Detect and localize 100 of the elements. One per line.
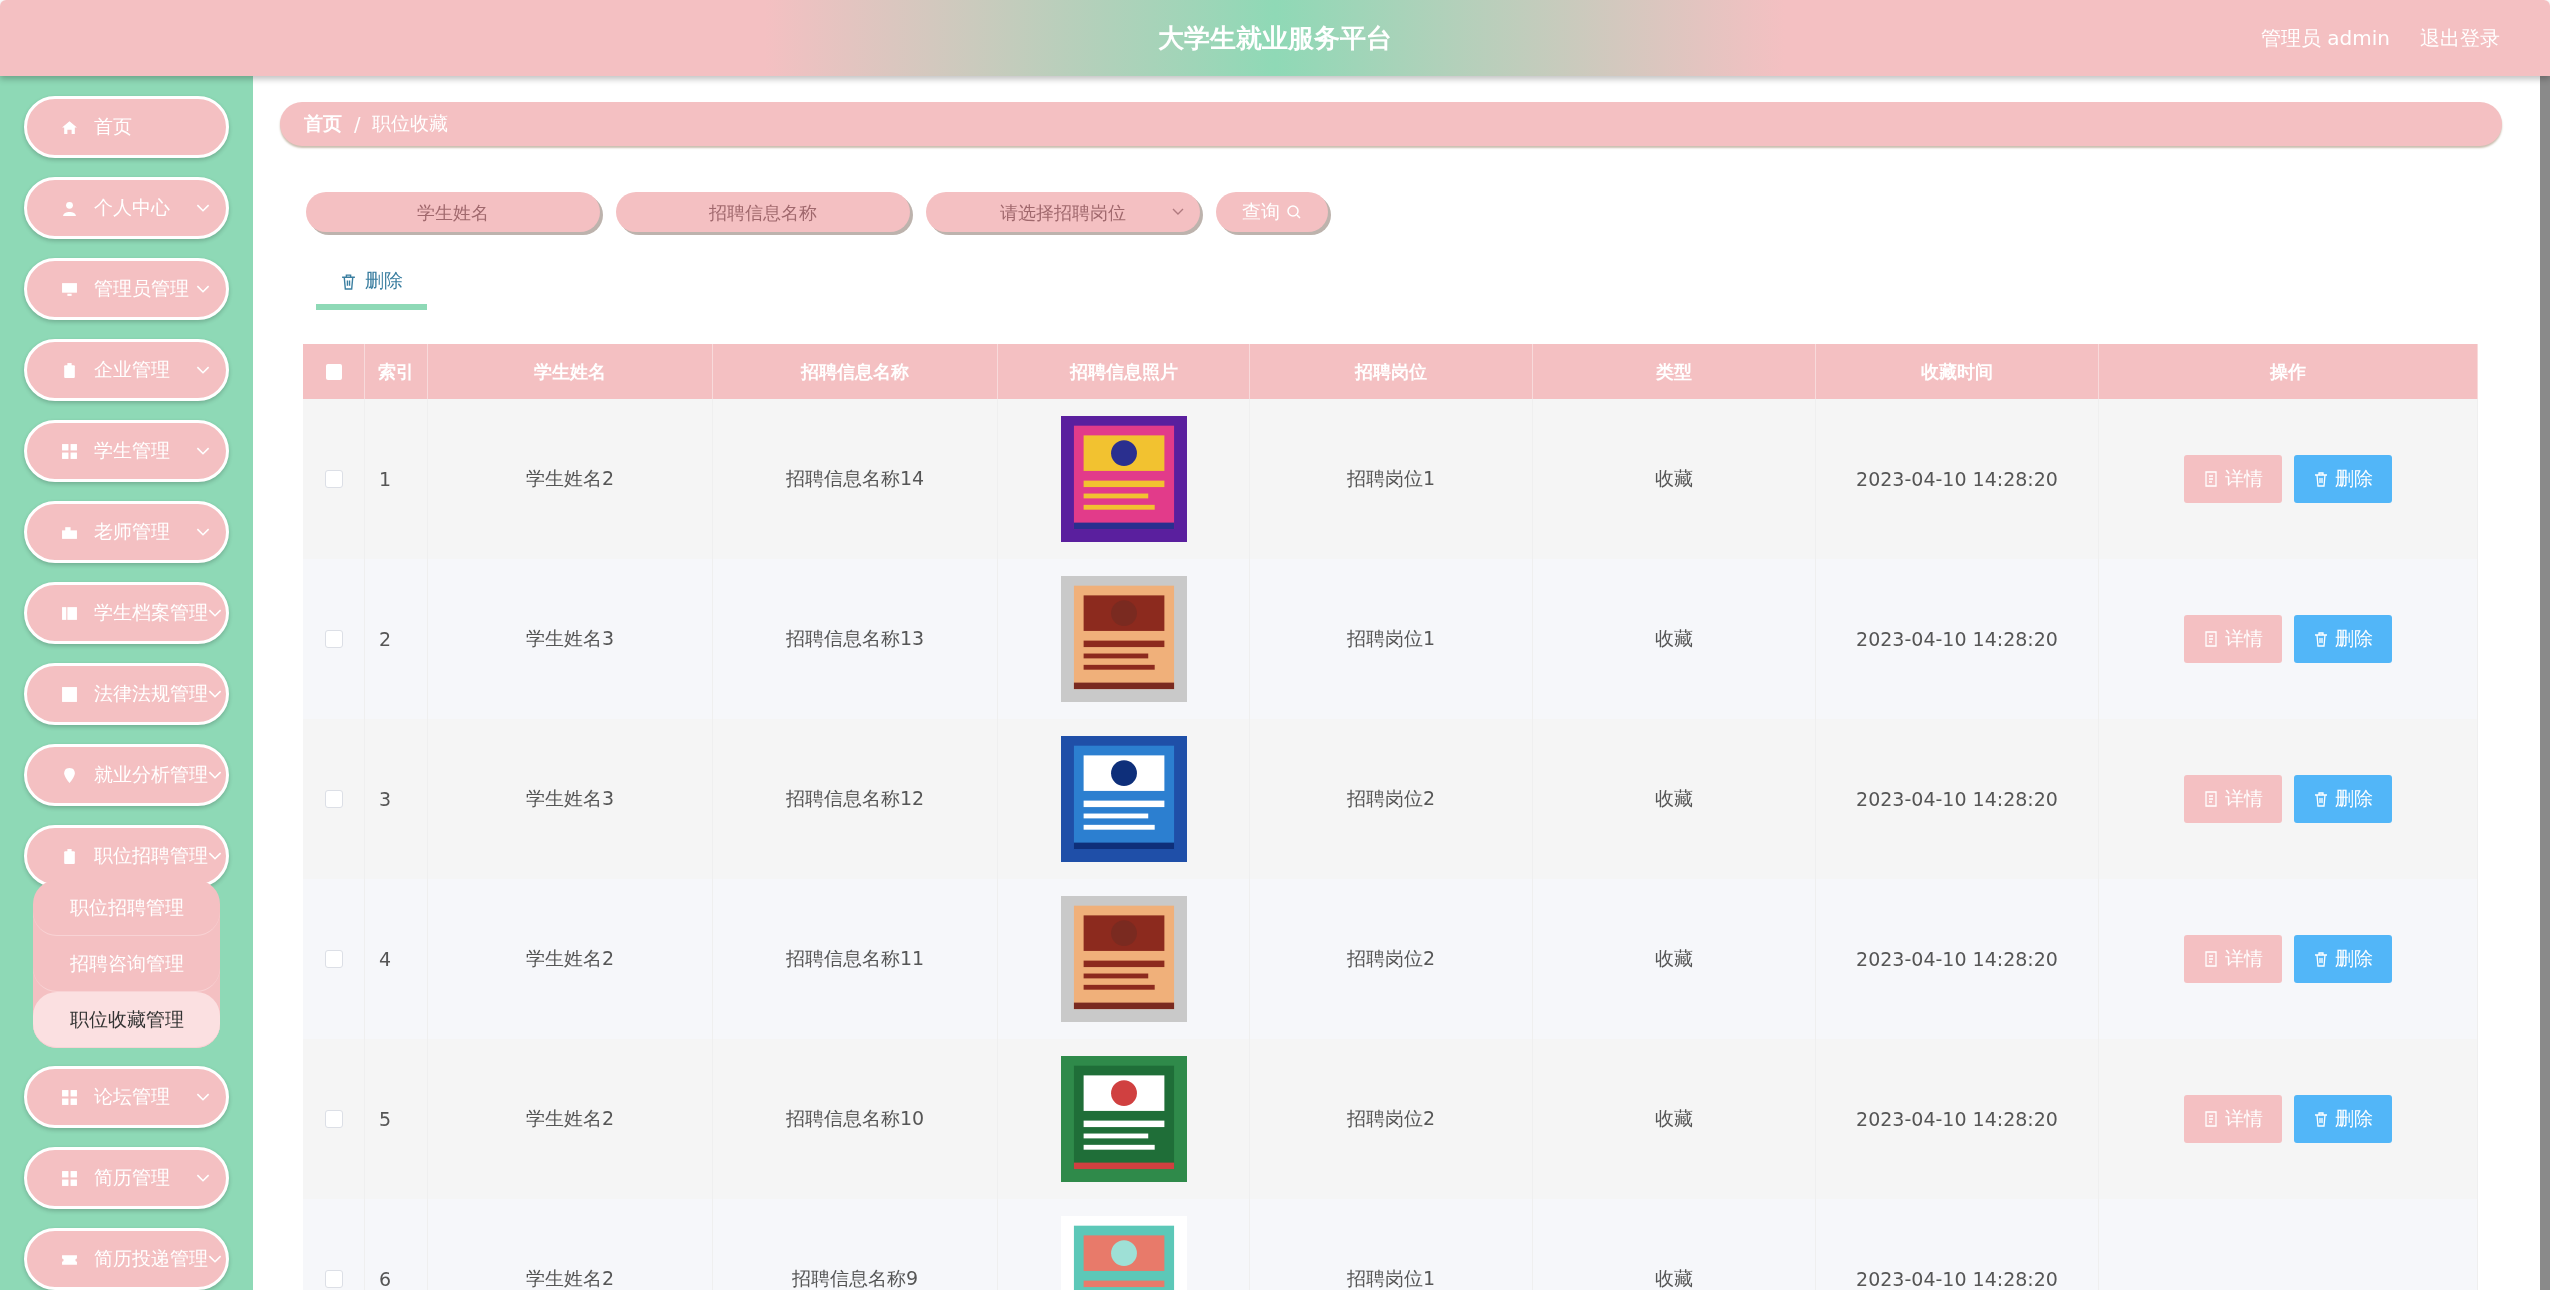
table-cell-text: 招聘岗位1 xyxy=(1346,626,1436,651)
menu-item[interactable]: 简历管理 xyxy=(24,1147,229,1209)
table-cell-text: 招聘岗位2 xyxy=(1346,786,1436,811)
row-checkbox[interactable] xyxy=(324,630,343,648)
chevron-icon xyxy=(196,365,210,375)
delete-tab[interactable]: 删除 xyxy=(316,258,427,310)
table-cell-text: 收藏 xyxy=(1655,466,1693,491)
row-checkbox[interactable] xyxy=(324,790,343,808)
scrollbar[interactable] xyxy=(2540,76,2550,1290)
menu-item[interactable]: 个人中心 xyxy=(24,177,229,239)
user-icon xyxy=(61,199,78,217)
table-cell: 2 xyxy=(379,628,392,650)
breadcrumb-separator: / xyxy=(354,113,361,135)
chevron-icon xyxy=(208,770,222,780)
home-icon xyxy=(61,118,78,136)
chevron-icon xyxy=(196,1173,210,1183)
pin-icon xyxy=(61,766,78,784)
trash-icon xyxy=(2313,631,2329,647)
chevron-icon xyxy=(208,851,222,861)
table-cell: 2023-04-10 14:28:20 xyxy=(1856,1268,2058,1290)
table-cell: 2023-04-10 14:28:20 xyxy=(1856,1108,2058,1130)
table-cell-text: 学生姓名2 xyxy=(525,466,615,491)
menu-item[interactable]: 简历投递管理 xyxy=(24,1228,229,1290)
table-cell-text: 招聘信息名称10 xyxy=(785,1106,925,1131)
chevron-icon xyxy=(208,689,222,699)
clip-icon xyxy=(61,361,78,379)
table-cell-text: 招聘信息名称13 xyxy=(785,626,925,651)
chevron-icon xyxy=(208,608,222,618)
trash-icon xyxy=(2313,471,2329,487)
trash-icon xyxy=(2313,1111,2329,1127)
search-icon xyxy=(1286,204,1302,220)
menu-item[interactable]: 学生管理 xyxy=(24,420,229,482)
menu-item[interactable]: 老师管理 xyxy=(24,501,229,563)
table-cell: 5 xyxy=(379,1108,392,1130)
detail-button[interactable]: 详情 xyxy=(2184,615,2282,663)
delete-button[interactable]: 删除 xyxy=(2294,775,2392,823)
chevron-icon xyxy=(196,1092,210,1102)
menu-item[interactable]: 管理员管理 xyxy=(24,258,229,320)
chevron-icon xyxy=(1172,208,1184,216)
table-cell-text: 收藏 xyxy=(1655,1106,1693,1131)
table-cell: 收藏 xyxy=(1655,1266,1693,1290)
menu-item[interactable]: 学生档案管理 xyxy=(24,582,229,644)
chevron-icon xyxy=(196,527,210,537)
table-cell-text: 招聘信息名称14 xyxy=(785,466,925,491)
chevron-icon xyxy=(208,1254,222,1264)
detail-button[interactable]: 详情 xyxy=(2184,775,2282,823)
trash-icon xyxy=(2313,791,2329,807)
menu-item[interactable]: 就业分析管理 xyxy=(24,744,229,806)
breadcrumb-item[interactable]: 首页 xyxy=(304,111,342,137)
table-cell: 招聘岗位1 xyxy=(1346,1266,1436,1290)
table-cell-text: 学生姓名3 xyxy=(525,626,615,651)
grid-icon xyxy=(61,442,78,460)
table-cell: 招聘信息名称9 xyxy=(791,1266,919,1290)
delete-button[interactable]: 删除 xyxy=(2294,935,2392,983)
row-checkbox[interactable] xyxy=(324,470,343,488)
folder-icon xyxy=(61,604,78,622)
select-all-checkbox[interactable] xyxy=(325,363,342,380)
grid-icon xyxy=(61,1169,78,1187)
site-title: 大学生就业服务平台 xyxy=(1158,21,1392,55)
document-icon xyxy=(2203,791,2219,807)
row-checkbox[interactable] xyxy=(324,950,343,968)
input-field[interactable]: 学生姓名 xyxy=(306,192,600,232)
menu-item[interactable]: 首页 xyxy=(24,96,229,158)
trash-icon xyxy=(340,272,357,290)
table-cell: 6 xyxy=(379,1268,392,1290)
search-button[interactable]: 查询 xyxy=(1216,192,1328,232)
logout-link[interactable]: 退出登录 xyxy=(2420,24,2500,52)
trash-icon xyxy=(2313,951,2329,967)
submenu-item[interactable]: 职位收藏管理 xyxy=(33,992,220,1048)
detail-button[interactable]: 详情 xyxy=(2184,1095,2282,1143)
menu-item[interactable]: 职位招聘管理 xyxy=(24,825,229,887)
table-cell-text: 收藏 xyxy=(1655,786,1693,811)
table-cell: 2023-04-10 14:28:20 xyxy=(1856,788,2058,810)
chevron-icon xyxy=(196,446,210,456)
table-cell-text: 收藏 xyxy=(1655,946,1693,971)
table-cell: 2023-04-10 14:28:20 xyxy=(1856,948,2058,970)
delete-button[interactable]: 删除 xyxy=(2294,1095,2392,1143)
delete-button[interactable]: 删除 xyxy=(2294,455,2392,503)
row-checkbox[interactable] xyxy=(324,1110,343,1128)
document-icon xyxy=(2203,631,2219,647)
detail-button[interactable]: 详情 xyxy=(2184,935,2282,983)
user-label: 管理员 admin xyxy=(2260,24,2390,52)
menu-item[interactable]: 法律法规管理 xyxy=(24,663,229,725)
clip-icon xyxy=(61,847,78,865)
detail-button[interactable]: 详情 xyxy=(2184,455,2282,503)
delete-button[interactable]: 删除 xyxy=(2294,615,2392,663)
table-cell-text: 招聘岗位2 xyxy=(1346,946,1436,971)
table-cell: 3 xyxy=(379,788,392,810)
row-checkbox[interactable] xyxy=(324,1270,343,1288)
menu-item[interactable]: 企业管理 xyxy=(24,339,229,401)
table-cell: 4 xyxy=(379,948,392,970)
select-field[interactable]: 请选择招聘岗位 xyxy=(926,192,1200,232)
submenu-item[interactable]: 职位招聘管理 xyxy=(33,880,220,936)
table-cell-text: 招聘岗位2 xyxy=(1346,1106,1436,1131)
table-cell: 1 xyxy=(379,468,392,490)
grid-icon xyxy=(61,1088,78,1106)
table-cell: 学生姓名2 xyxy=(525,1266,615,1290)
document-icon xyxy=(2203,1111,2219,1127)
input-field[interactable]: 招聘信息名称 xyxy=(616,192,910,232)
menu-item[interactable]: 论坛管理 xyxy=(24,1066,229,1128)
